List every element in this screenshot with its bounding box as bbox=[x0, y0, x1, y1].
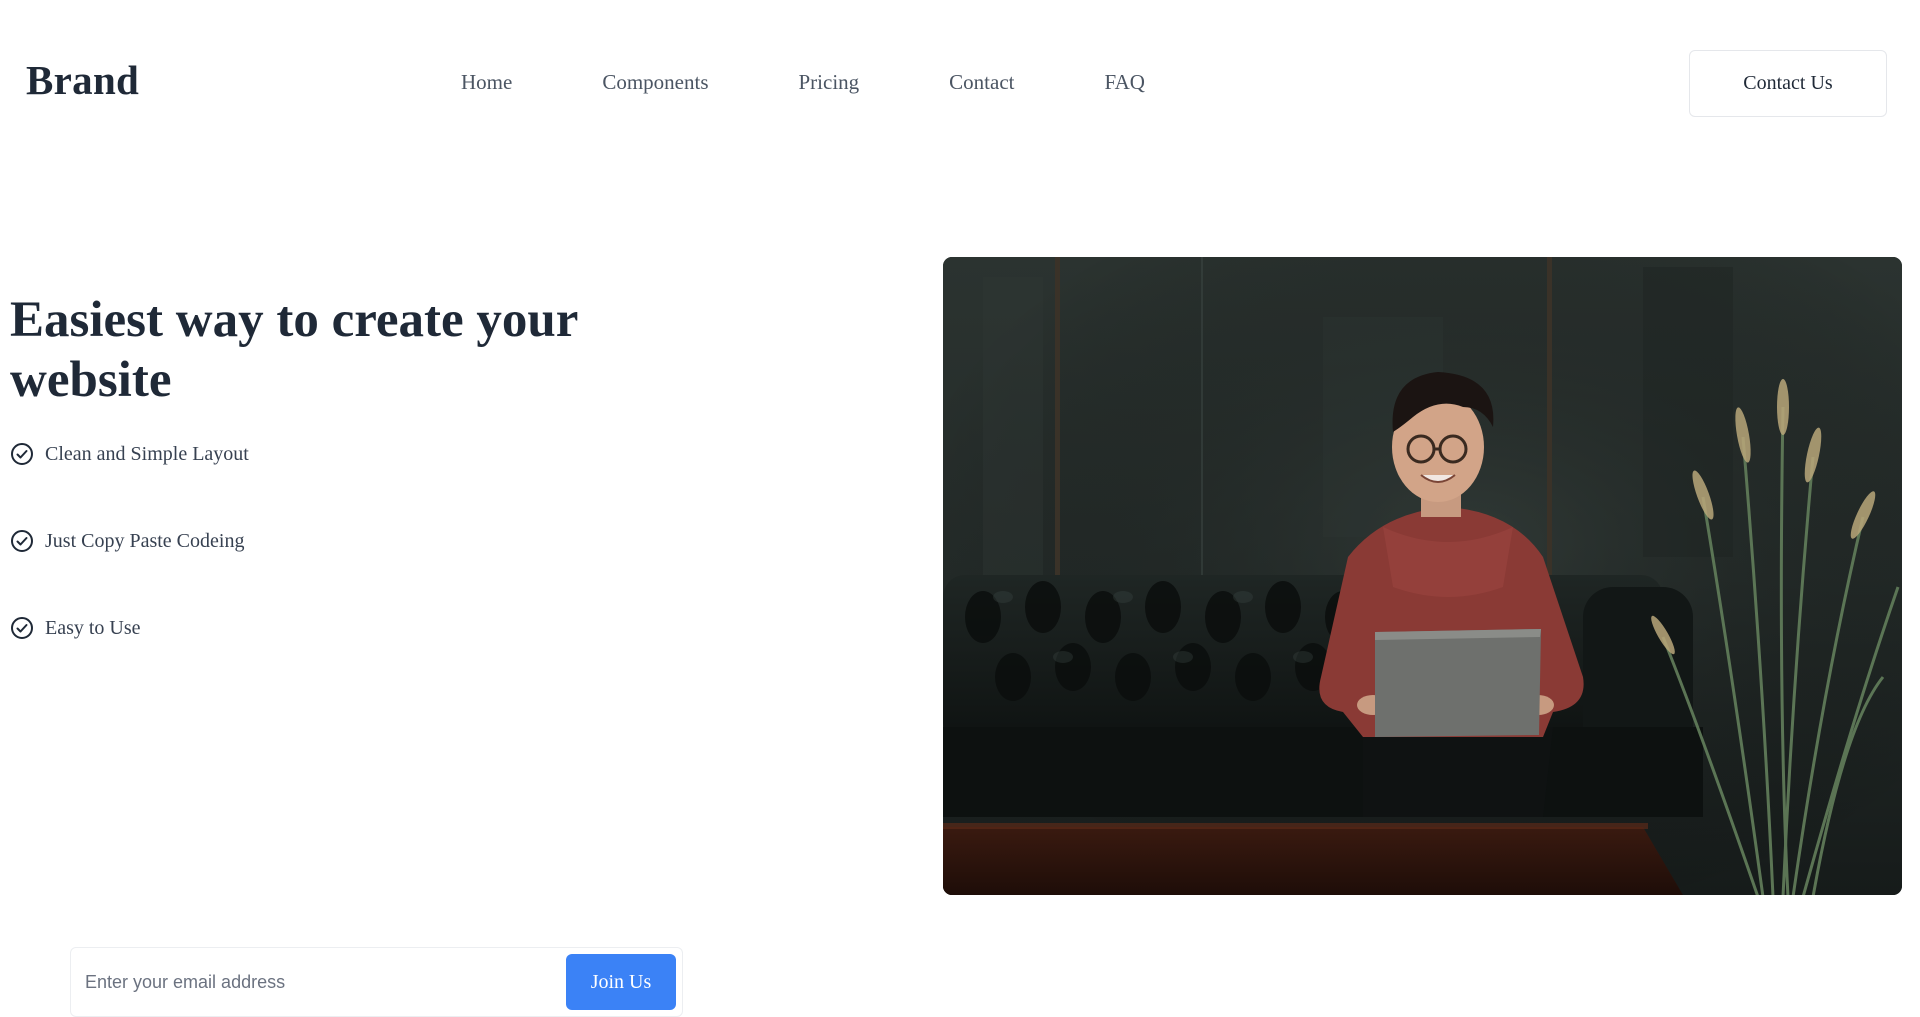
nav-link-pricing[interactable]: Pricing bbox=[799, 68, 860, 96]
nav-link-home[interactable]: Home bbox=[461, 68, 512, 96]
main-nav: Home Components Pricing Contact FAQ bbox=[461, 68, 1145, 96]
nav-link-contact[interactable]: Contact bbox=[949, 68, 1014, 96]
check-circle-icon bbox=[10, 442, 34, 466]
check-circle-icon bbox=[10, 529, 34, 553]
contact-us-button[interactable]: Contact Us bbox=[1689, 50, 1887, 117]
feature-label: Just Copy Paste Codeing bbox=[45, 529, 245, 552]
email-input[interactable] bbox=[83, 960, 503, 1004]
check-circle-icon bbox=[10, 616, 34, 640]
feature-list: Clean and Simple Layout Just Copy Paste … bbox=[10, 438, 249, 699]
feature-label: Clean and Simple Layout bbox=[45, 442, 249, 465]
feature-item: Easy to Use bbox=[10, 612, 249, 644]
hero-image bbox=[943, 257, 1902, 895]
nav-link-components[interactable]: Components bbox=[602, 68, 708, 96]
site-header: Brand Home Components Pricing Contact FA… bbox=[0, 0, 1920, 165]
brand-logo[interactable]: Brand bbox=[26, 56, 139, 104]
feature-item: Just Copy Paste Codeing bbox=[10, 525, 249, 557]
feature-item: Clean and Simple Layout bbox=[10, 438, 249, 470]
feature-label: Easy to Use bbox=[45, 616, 141, 639]
hero-title: Easiest way to create your website bbox=[10, 292, 578, 408]
join-us-button[interactable]: Join Us bbox=[566, 954, 676, 1010]
nav-link-faq[interactable]: FAQ bbox=[1105, 68, 1145, 96]
